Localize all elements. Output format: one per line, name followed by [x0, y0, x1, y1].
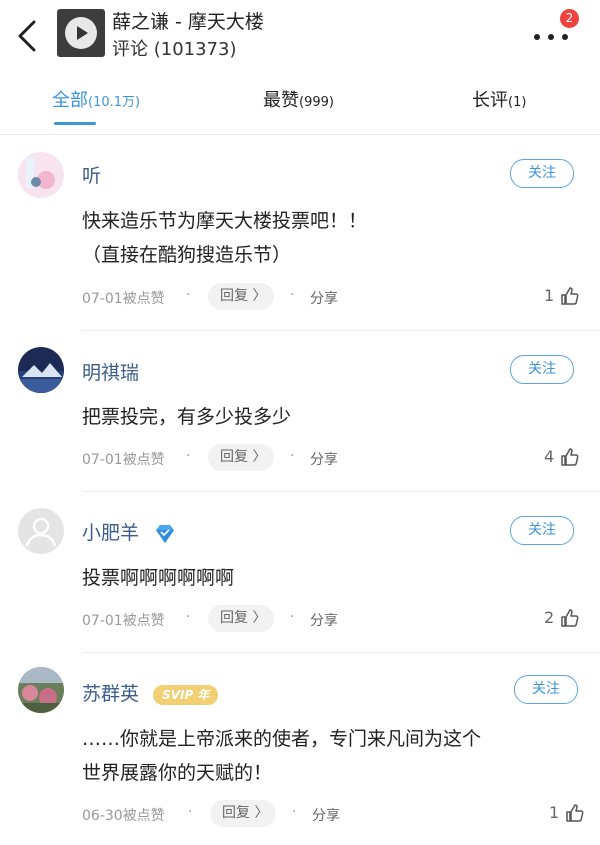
follow-button[interactable]: 关注 [510, 159, 574, 188]
username[interactable]: 苏群英 SVIP 年 [82, 679, 219, 706]
avatar[interactable] [18, 667, 64, 713]
play-icon [65, 17, 97, 49]
avatar-image [18, 347, 64, 393]
tab-label: 长评 [472, 90, 508, 111]
tab-top-liked[interactable]: 最赞(999) [263, 86, 334, 112]
comment-text: 快来造乐节为摩天大楼投票吧！！ （直接在酷狗搜造乐节） [82, 204, 367, 272]
comment-line: （直接在酷狗搜造乐节） [82, 244, 292, 266]
tab-count: (999) [299, 95, 334, 110]
comment-tabs: 全部(10.1万) 最赞(999) 长评(1) [0, 80, 600, 132]
avatar[interactable] [18, 347, 64, 393]
comment-count-title: 评论 (101373) [112, 39, 237, 60]
comment-date: 07-01 [82, 291, 123, 307]
separator-dot: · [188, 804, 193, 820]
follow-button[interactable]: 关注 [510, 355, 574, 384]
tab-label: 最赞 [263, 90, 299, 111]
like-button[interactable]: 2 [544, 607, 580, 628]
more-dot [562, 34, 568, 40]
comment-line: ……你就是上帝派来的使者，专门来凡间为这个 [82, 728, 482, 750]
album-cover[interactable] [57, 9, 105, 57]
more-dot [548, 34, 554, 40]
username[interactable]: 听 [82, 161, 101, 188]
tab-count: (10.1万) [88, 95, 141, 110]
more-dots-icon [534, 34, 540, 40]
header: 薛之谦 - 摩天大楼 评论 (101373) 2 [0, 0, 600, 70]
comment-meta: 06-30被点赞 [82, 805, 165, 825]
avatar-image [18, 152, 64, 198]
reply-button[interactable]: 回复 〉 [208, 283, 274, 310]
username-text: 小肥羊 [82, 522, 140, 544]
comment-meta: 07-01被点赞 [82, 610, 165, 630]
comment-text: ……你就是上帝派来的使者，专门来凡间为这个 世界展露你的天赋的！ [82, 722, 481, 790]
comment-meta: 07-01被点赞 [82, 449, 165, 469]
active-tab-indicator [54, 122, 96, 125]
like-count: 1 [544, 286, 555, 305]
comment-text: 把票投完，有多少投多少 [82, 400, 291, 434]
back-button[interactable] [10, 16, 46, 56]
follow-button[interactable]: 关注 [510, 516, 574, 545]
separator-dot: · [290, 287, 295, 303]
username-text: 苏群英 [82, 683, 140, 705]
comment-line: 把票投完，有多少投多少 [82, 406, 292, 428]
separator-dot: · [186, 448, 191, 464]
comment-date: 06-30 [82, 808, 123, 824]
avatar-image [18, 667, 64, 713]
back-chevron-icon [18, 20, 36, 52]
liked-text: 被点赞 [122, 808, 165, 824]
divider [82, 330, 600, 331]
liked-text: 被点赞 [122, 452, 165, 468]
thumbs-up-icon [561, 608, 579, 627]
share-button[interactable]: 分享 [310, 449, 338, 469]
song-title: 薛之谦 - 摩天大楼 [112, 11, 264, 33]
separator-dot: · [186, 609, 191, 625]
separator-dot: · [292, 804, 297, 820]
thumbs-up-icon [561, 447, 579, 466]
reply-button[interactable]: 回复 〉 [208, 444, 274, 471]
tab-long-review[interactable]: 长评(1) [472, 86, 526, 112]
svip-badge: SVIP 年 [153, 684, 219, 705]
thumbs-up-icon [561, 286, 579, 305]
tab-all[interactable]: 全部(10.1万) [52, 86, 140, 112]
comment-line: 投票啊啊啊啊啊啊 [82, 567, 235, 589]
separator-dot: · [290, 448, 295, 464]
divider [0, 134, 600, 135]
avatar[interactable] [18, 508, 64, 554]
username[interactable]: 小肥羊 [82, 518, 177, 545]
share-button[interactable]: 分享 [310, 288, 338, 308]
comment-line: 世界展露你的天赋的！ [82, 762, 273, 784]
tab-label: 全部 [52, 90, 88, 111]
default-avatar-icon [18, 508, 64, 554]
notification-badge: 2 [560, 9, 579, 28]
divider [82, 491, 600, 492]
share-button[interactable]: 分享 [310, 610, 338, 630]
reply-button[interactable]: 回复 〉 [208, 605, 274, 632]
comment-meta: 07-01被点赞 [82, 288, 165, 308]
comment-date: 07-01 [82, 452, 123, 468]
share-button[interactable]: 分享 [312, 805, 340, 825]
like-button[interactable]: 4 [544, 446, 580, 467]
diamond-icon [156, 524, 175, 543]
separator-dot: · [186, 287, 191, 303]
thumbs-up-icon [566, 803, 584, 822]
follow-button[interactable]: 关注 [514, 675, 578, 704]
liked-text: 被点赞 [122, 291, 165, 307]
reply-button[interactable]: 回复 〉 [210, 800, 276, 827]
username[interactable]: 明祺瑞 [82, 358, 139, 385]
like-count: 1 [549, 803, 560, 822]
comment-date: 07-01 [82, 613, 123, 629]
like-button[interactable]: 1 [544, 285, 580, 306]
divider [82, 652, 600, 653]
liked-text: 被点赞 [122, 613, 165, 629]
separator-dot: · [290, 609, 295, 625]
avatar[interactable] [18, 152, 64, 198]
comment-text: 投票啊啊啊啊啊啊 [82, 561, 234, 595]
like-count: 2 [544, 608, 555, 627]
comment-line: 快来造乐节为摩天大楼投票吧！！ [82, 210, 368, 232]
tab-count: (1) [508, 95, 527, 110]
like-count: 4 [544, 447, 555, 466]
like-button[interactable]: 1 [549, 802, 585, 823]
